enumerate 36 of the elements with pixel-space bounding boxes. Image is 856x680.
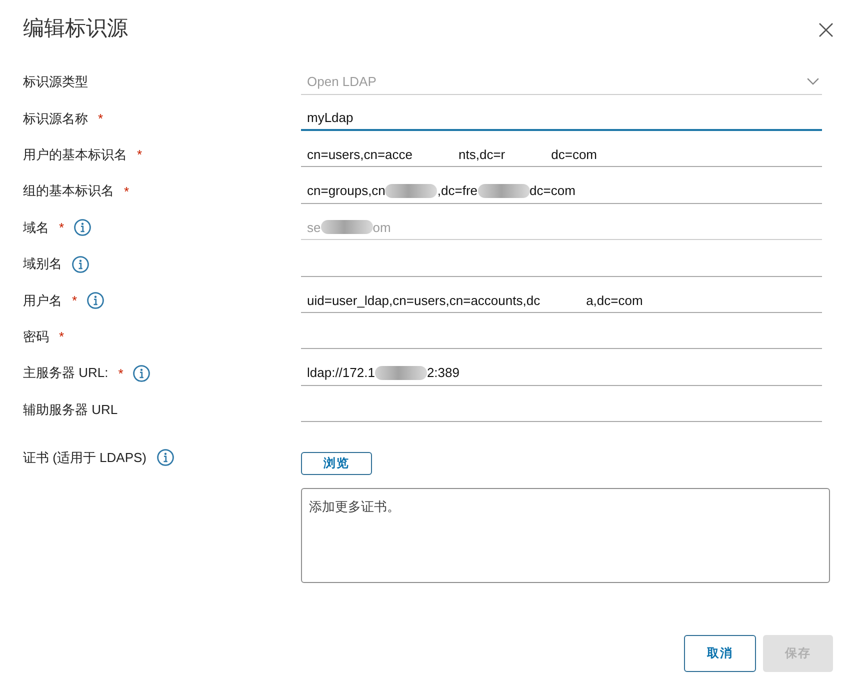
input-field[interactable]: uid=user_ldap,cn=users,cn=accounts,dc a,dc=com — [301, 288, 822, 314]
required-asterisk: * — [72, 293, 78, 308]
info-icon[interactable] — [87, 292, 104, 310]
field-label: 域别名 — [23, 255, 62, 274]
field-label: 用户的基本标识名 — [23, 146, 127, 164]
field-label: 组的基本标识名 — [23, 182, 114, 200]
field-label: 辅助服务器 URL — [23, 400, 118, 419]
redaction-smear — [374, 366, 427, 380]
field-label: 标识源类型 — [23, 73, 88, 92]
required-asterisk: * — [59, 329, 64, 344]
input-field[interactable]: ldap://172.1 2:389 — [301, 360, 822, 386]
input-field[interactable]: myLdap — [301, 106, 822, 132]
browse-button[interactable]: 浏览 — [301, 452, 372, 475]
certificate-textarea[interactable]: 添加更多证书。 — [301, 488, 830, 583]
field-label: 用户名 — [23, 292, 62, 310]
input-field[interactable]: cn=groups,cn ,dc=fre dc=com — [301, 178, 822, 204]
field-label: 证书 (适用于 LDAPS) — [23, 448, 147, 467]
redaction-smear — [478, 184, 530, 198]
info-icon[interactable] — [156, 449, 174, 466]
required-asterisk: * — [98, 111, 104, 126]
info-icon[interactable] — [72, 256, 89, 273]
redaction-smear — [320, 220, 373, 234]
field-label: 域名 — [23, 218, 49, 237]
dialog-title: 编辑标识源 — [23, 16, 128, 42]
required-asterisk: * — [118, 366, 124, 381]
field-label: 标识源名称 — [23, 110, 88, 128]
required-asterisk: * — [137, 147, 142, 162]
input-field[interactable]: cn=users,cn=acce nts,dc=r dc=com — [301, 142, 822, 168]
cancel-button[interactable]: 取消 — [684, 634, 756, 672]
field-label: 主服务器 URL: — [23, 364, 108, 382]
field-label: 密码 — [23, 328, 49, 346]
required-asterisk: * — [124, 184, 130, 199]
close-icon[interactable] — [819, 23, 833, 37]
redaction-smear — [385, 184, 438, 198]
info-icon[interactable] — [133, 364, 150, 382]
required-asterisk: * — [59, 220, 64, 236]
